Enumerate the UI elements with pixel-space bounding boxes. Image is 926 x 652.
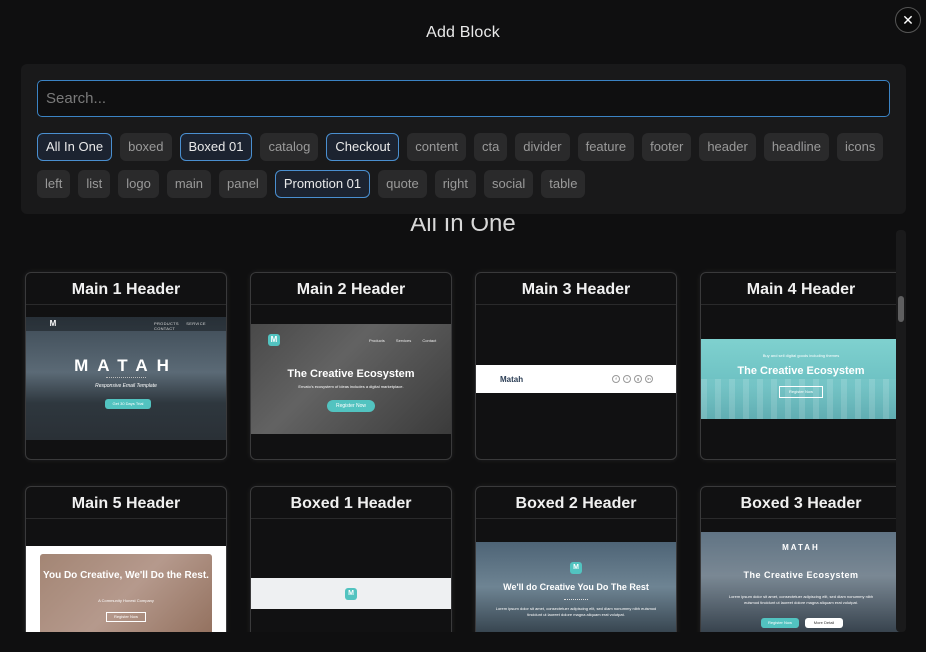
tag-promotion-01[interactable]: Promotion 01: [274, 170, 371, 198]
tag-footer[interactable]: footer: [642, 133, 692, 161]
block-preview: M PRODUCTS SERVICE CONTACT MATAH Respons…: [26, 317, 226, 440]
preview-heading: The Creative Ecosystem: [737, 365, 865, 377]
preview-subtext: A Community Honest Company: [98, 598, 154, 603]
card-title: Main 3 Header: [476, 273, 676, 305]
block-card-main-3[interactable]: Main 3 Header Matah f t g in: [475, 272, 677, 460]
block-preview: Buy and sell digital goods including the…: [701, 339, 901, 419]
tag-boxed-01[interactable]: Boxed 01: [179, 133, 253, 161]
block-preview: M Products Services Contact The Creative…: [251, 324, 451, 434]
preview-heading: We'll do Creative You Do The Rest: [503, 582, 649, 592]
tag-left[interactable]: left: [37, 170, 71, 198]
preview-body: Lorem ipsum dolor sit amet, consectetuer…: [728, 594, 874, 605]
close-icon[interactable]: ✕: [895, 7, 921, 33]
tag-feature[interactable]: feature: [577, 133, 635, 161]
tag-checkout[interactable]: Checkout: [326, 133, 400, 161]
preview-logo: M: [345, 588, 357, 600]
preview-tagline: Responsive Email Template: [95, 383, 157, 389]
block-preview: Matah f t g in: [476, 365, 676, 393]
tag-panel[interactable]: panel: [219, 170, 267, 198]
block-card-boxed-2[interactable]: Boxed 2 Header M We'll do Creative You D…: [475, 486, 677, 632]
card-title: Boxed 2 Header: [476, 487, 676, 519]
preview-social-icons: f t g in: [612, 375, 653, 383]
preview-kicker: Buy and sell digital goods including the…: [762, 353, 840, 358]
dialog-title: Add Block: [426, 24, 500, 41]
preview-brand: MATAH: [782, 543, 820, 552]
preview-brand: MATAH: [74, 356, 178, 375]
preview-button-primary: Register Now: [761, 618, 799, 628]
tag-quote[interactable]: quote: [378, 170, 427, 198]
tag-content[interactable]: content: [407, 133, 466, 161]
card-title: Main 4 Header: [701, 273, 901, 305]
tag-list[interactable]: list: [78, 170, 111, 198]
card-title: Boxed 1 Header: [251, 487, 451, 519]
tag-list: All In One boxed Boxed 01 catalog Checko…: [37, 133, 897, 198]
card-title: Main 5 Header: [26, 487, 226, 519]
block-preview: M: [251, 578, 451, 609]
preview-button-secondary: More Detail: [805, 618, 843, 628]
block-card-main-5[interactable]: Main 5 Header You Do Creative, We'll Do …: [25, 486, 227, 632]
section-heading: All In One: [410, 214, 516, 237]
preview-button: Get 30 Days Trial: [105, 399, 151, 409]
block-card-main-1[interactable]: Main 1 Header M PRODUCTS SERVICE CONTACT…: [25, 272, 227, 460]
block-gallery: All In One Main 1 Header M PRODUCTS SERV…: [0, 214, 906, 632]
tag-icons[interactable]: icons: [836, 133, 884, 161]
preview-logo: M: [49, 319, 57, 328]
tag-headline[interactable]: headline: [763, 133, 829, 161]
preview-heading: The Creative Ecosystem: [287, 368, 415, 380]
preview-body: Lorem ipsum dolor sit amet, consectetuer…: [495, 606, 657, 617]
linkedin-icon: in: [645, 375, 653, 383]
block-card-main-2[interactable]: Main 2 Header M Products Services Contac…: [250, 272, 452, 460]
card-title: Main 1 Header: [26, 273, 226, 305]
preview-nav: PRODUCTS SERVICE CONTACT: [154, 321, 206, 331]
card-title: Main 2 Header: [251, 273, 451, 305]
preview-button: Register Now: [779, 386, 823, 398]
tag-right[interactable]: right: [434, 170, 476, 198]
tag-main[interactable]: main: [166, 170, 211, 198]
tag-divider[interactable]: divider: [515, 133, 570, 161]
tag-social[interactable]: social: [483, 170, 534, 198]
preview-brand: Matah: [500, 375, 524, 384]
preview-subtext: Envato's ecosystem of ideas includes a d…: [298, 384, 404, 389]
preview-logo: M: [570, 562, 582, 574]
block-preview: You Do Creative, We'll Do the Rest. A Co…: [26, 546, 226, 632]
google-icon: g: [634, 375, 642, 383]
twitter-icon: t: [623, 375, 631, 383]
tag-table[interactable]: table: [541, 170, 586, 198]
block-card-boxed-1[interactable]: Boxed 1 Header M: [250, 486, 452, 632]
tag-all-in-one[interactable]: All In One: [37, 133, 113, 161]
facebook-icon: f: [612, 375, 620, 383]
tag-logo[interactable]: logo: [118, 170, 159, 198]
preview-button: Register Now: [106, 612, 146, 622]
card-title: Boxed 3 Header: [701, 487, 901, 519]
tag-cta[interactable]: cta: [473, 133, 508, 161]
block-preview: M We'll do Creative You Do The Rest Lore…: [476, 542, 676, 632]
preview-logo: M: [268, 334, 280, 346]
preview-button: Register Now: [327, 400, 375, 412]
preview-heading: You Do Creative, We'll Do the Rest.: [43, 570, 209, 581]
filter-panel: All In One boxed Boxed 01 catalog Checko…: [21, 64, 906, 214]
preview-nav: Products Services Contact: [369, 338, 437, 343]
tag-header[interactable]: header: [699, 133, 756, 161]
search-input[interactable]: [37, 80, 890, 117]
gallery-scrollbar[interactable]: [896, 230, 906, 632]
tag-catalog[interactable]: catalog: [260, 133, 319, 161]
add-block-dialog: Add Block ✕ All In One boxed Boxed 01 ca…: [0, 0, 926, 652]
block-card-boxed-3[interactable]: Boxed 3 Header MATAH The Creative Ecosys…: [700, 486, 902, 632]
block-card-main-4[interactable]: Main 4 Header Buy and sell digital goods…: [700, 272, 902, 460]
tag-boxed[interactable]: boxed: [120, 133, 172, 161]
scrollbar-thumb[interactable]: [898, 296, 904, 322]
preview-heading: The Creative Ecosystem: [743, 570, 859, 580]
block-preview: MATAH The Creative Ecosystem Lorem ipsum…: [701, 532, 901, 632]
